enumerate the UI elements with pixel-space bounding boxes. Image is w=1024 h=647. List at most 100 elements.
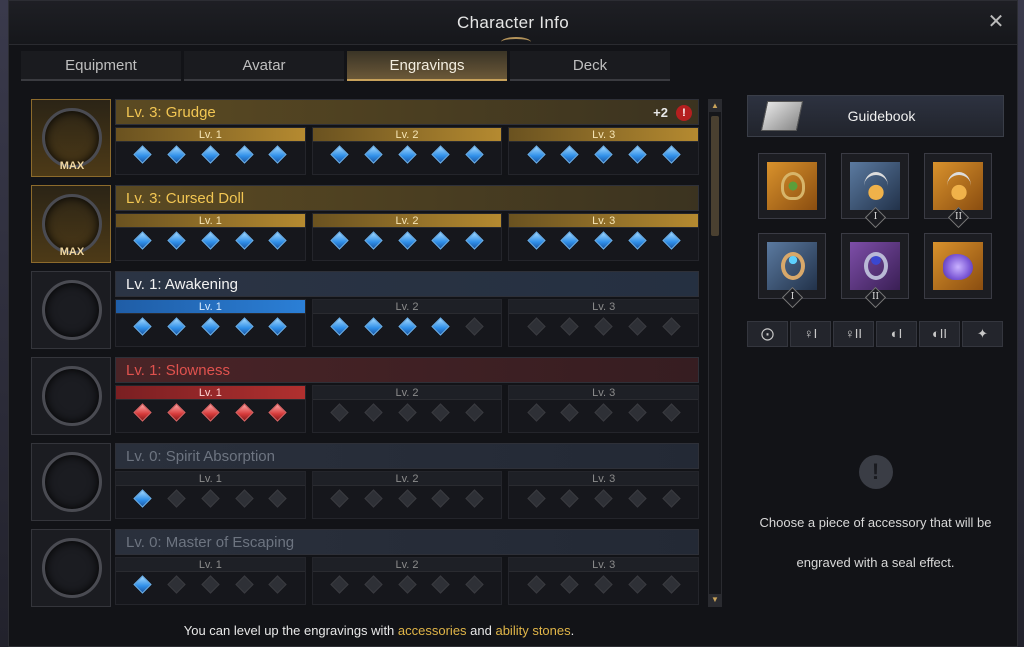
character-info-window: Character Info ✕ Equipment Avatar Engrav… <box>8 0 1018 647</box>
earring-1-filter-icon[interactable]: ♀I <box>790 321 831 347</box>
filled-gem-icon <box>234 317 254 336</box>
filled-gem-icon <box>364 145 383 164</box>
earring-2-filter-icon[interactable]: ♀II <box>833 321 874 347</box>
ring-2-filter-icon[interactable]: ◐II <box>919 321 960 347</box>
alert-icon[interactable]: ! <box>676 105 692 121</box>
empty-gem-icon <box>527 575 546 594</box>
engraving-icon[interactable]: MAX <box>31 99 111 177</box>
necklace-slot[interactable] <box>758 153 826 219</box>
scroll-thumb[interactable] <box>711 116 719 236</box>
bonus-badge: +2 <box>653 105 668 120</box>
tab-avatar[interactable]: Avatar <box>184 51 344 81</box>
filled-gem-icon <box>234 145 254 164</box>
level-tracks: Lv. 1 Lv. 2 Lv. 3 <box>115 213 699 261</box>
empty-gem-icon <box>465 317 484 336</box>
filled-gem-icon <box>465 145 484 164</box>
gem-row <box>116 572 305 594</box>
engraving-icon[interactable] <box>31 357 111 435</box>
gem-row <box>313 228 502 250</box>
title-bar[interactable]: Character Info ✕ <box>9 1 1017 45</box>
close-icon[interactable]: ✕ <box>985 11 1007 33</box>
accessory-grid: I II I II <box>758 153 1004 309</box>
empty-gem-icon <box>330 489 349 508</box>
filled-gem-icon <box>397 145 417 164</box>
engraving-row[interactable]: MAX Lv. 3: Cursed Doll Lv. 1 Lv. 2 Lv. 3 <box>31 185 699 263</box>
engraving-row[interactable]: Lv. 1: Slowness Lv. 1 Lv. 2 Lv. 3 <box>31 357 699 435</box>
scroll-up-icon[interactable]: ▲ <box>709 100 721 112</box>
engraving-header: Lv. 1: Awakening <box>115 271 699 297</box>
tier-badge: II <box>947 206 970 229</box>
engraving-icon[interactable] <box>31 529 111 607</box>
level-tracks: Lv. 1 Lv. 2 Lv. 3 <box>115 557 699 605</box>
level-track: Lv. 3 <box>508 385 699 433</box>
stone-filter-icon[interactable]: ✦ <box>962 321 1003 347</box>
filled-gem-icon <box>234 231 254 250</box>
engraving-icon[interactable] <box>31 271 111 349</box>
empty-gem-icon <box>628 317 647 336</box>
level-track: Lv. 1 <box>115 385 306 433</box>
max-label: MAX <box>59 246 85 258</box>
filled-gem-icon <box>364 317 383 336</box>
level-label: Lv. 3 <box>509 472 699 486</box>
footer-prefix: You can level up the engravings with <box>183 623 398 638</box>
filled-gem-icon <box>397 231 417 250</box>
ring-slot[interactable]: I <box>758 233 826 309</box>
engraving-row[interactable]: MAX Lv. 3: Grudge +2! Lv. 1 Lv. 2 Lv. 3 <box>31 99 699 177</box>
tab-equipment[interactable]: Equipment <box>21 51 181 81</box>
filled-gem-icon <box>133 317 153 336</box>
filled-gem-icon <box>628 231 647 250</box>
gem-row <box>116 142 305 164</box>
stone-slot[interactable] <box>924 233 992 299</box>
tab-engravings[interactable]: Engravings <box>347 51 507 81</box>
ring-1-filter-icon[interactable]: ◐I <box>876 321 917 347</box>
gem-row <box>509 486 698 508</box>
filled-gem-icon <box>201 317 220 336</box>
empty-gem-icon <box>628 489 647 508</box>
scroll-down-icon[interactable]: ▼ <box>709 594 721 606</box>
engraving-list[interactable]: MAX Lv. 3: Grudge +2! Lv. 1 Lv. 2 Lv. 3 MAX Lv.… <box>31 99 699 609</box>
tab-bar: Equipment Avatar Engravings Deck <box>21 51 670 81</box>
engraving-row[interactable]: Lv. 0: Master of Escaping Lv. 1 Lv. 2 Lv. 3 <box>31 529 699 607</box>
guidebook-button[interactable]: Guidebook <box>747 95 1004 137</box>
level-track: Lv. 2 <box>311 127 503 175</box>
engraving-icon[interactable]: MAX <box>31 185 111 263</box>
earring-slot[interactable]: II <box>924 153 992 229</box>
tab-deck[interactable]: Deck <box>510 51 670 81</box>
engraving-row[interactable]: Lv. 0: Spirit Absorption Lv. 1 Lv. 2 Lv. 3 <box>31 443 699 521</box>
gem-row <box>313 142 502 164</box>
empty-gem-icon <box>594 403 613 422</box>
level-label: Lv. 1 <box>116 558 305 572</box>
ring-slot[interactable]: II <box>841 233 909 309</box>
accessory-frame <box>767 242 817 290</box>
empty-gem-icon <box>527 403 546 422</box>
engraving-row[interactable]: Lv. 1: Awakening Lv. 1 Lv. 2 Lv. 3 <box>31 271 699 349</box>
empty-gem-icon <box>397 489 417 508</box>
engraving-name: Lv. 1: Awakening <box>126 276 239 293</box>
level-track: Lv. 3 <box>508 557 699 605</box>
empty-gem-icon <box>397 403 417 422</box>
empty-gem-icon <box>661 575 681 594</box>
engraving-icon[interactable] <box>31 443 111 521</box>
empty-gem-icon <box>560 403 580 422</box>
earring-slot[interactable]: I <box>841 153 909 229</box>
level-track: Lv. 2 <box>311 213 503 261</box>
ability-stones-link[interactable]: ability stones <box>495 623 570 638</box>
filled-gem-icon <box>167 145 186 164</box>
level-track: Lv. 1 <box>115 127 306 175</box>
filled-gem-icon <box>628 145 647 164</box>
level-label: Lv. 2 <box>312 386 502 400</box>
accessory-frame <box>850 162 900 210</box>
level-label: Lv. 1 <box>116 386 305 400</box>
scrollbar[interactable]: ▲ ▼ <box>708 99 722 607</box>
engraving-header: Lv. 1: Slowness <box>115 357 699 383</box>
empty-gem-icon <box>628 403 647 422</box>
empty-gem-icon <box>527 317 546 336</box>
filled-gem-icon <box>661 231 681 250</box>
accessories-link[interactable]: accessories <box>398 623 467 638</box>
level-track: Lv. 3 <box>508 471 699 519</box>
empty-gem-icon <box>364 489 383 508</box>
level-label: Lv. 2 <box>312 472 502 486</box>
stone-icon <box>943 254 973 280</box>
accessory-frame <box>850 242 900 290</box>
necklace-filter-icon[interactable]: ⨀ <box>747 321 788 347</box>
